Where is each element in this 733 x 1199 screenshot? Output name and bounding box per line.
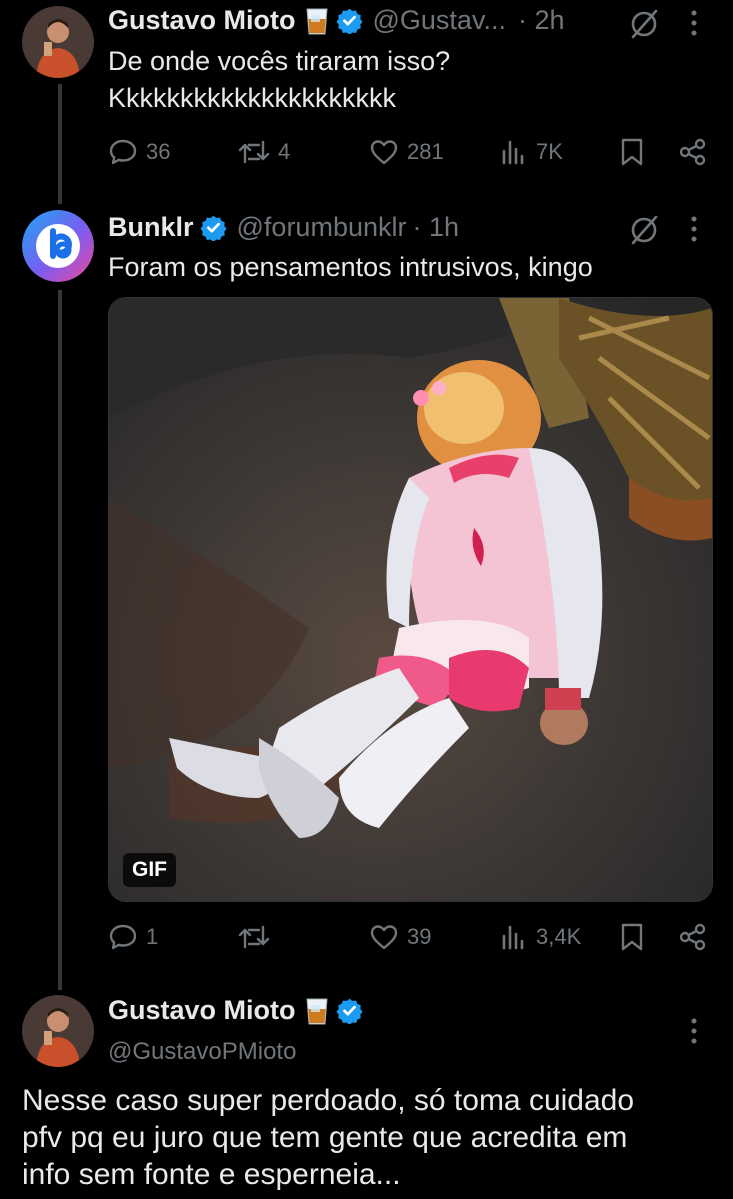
tweet-header: Gustavo Mioto @Gustav... · 2h [108,5,564,36]
tweet-text-line: De onde vocês tiraram isso? [108,46,451,76]
like-button[interactable]: 39 [369,922,431,952]
comment-icon [109,924,137,950]
display-name[interactable]: Bunklr [108,212,194,243]
tweet-text: Nesse caso super perdoado, só toma cuida… [22,1082,634,1193]
reply-button[interactable]: 36 [108,137,170,167]
more-icon[interactable] [688,8,700,38]
like-count: 281 [407,139,444,164]
tweet-header: Bunklr @forumbunklr · 1h [108,212,459,243]
handle[interactable]: @Gustav... [373,5,506,36]
retweet-icon [238,925,270,949]
tweet-text-line: Nesse caso super perdoado, só toma cuida… [22,1084,635,1117]
more-icon[interactable] [688,214,700,244]
views-icon [502,140,524,165]
reply-button[interactable]: 1 [108,922,158,952]
verified-icon [335,998,363,1024]
grok-icon[interactable] [628,214,660,246]
verified-icon [199,215,227,241]
handle[interactable]: @forumbunklr [237,212,407,243]
display-name[interactable]: Gustavo Mioto [108,995,296,1026]
retweet-icon [238,140,270,164]
reply-count: 36 [146,139,171,164]
heart-icon [370,140,398,165]
reply-count: 1 [146,924,159,949]
more-icon[interactable] [688,1016,700,1046]
tweet-text-line: Kkkkkkkkkkkkkkkkkkkkk [108,83,397,113]
thread-line [58,290,62,990]
views-button[interactable]: 3,4K [500,922,581,952]
avatar-gustavo[interactable] [22,6,94,78]
whiskey-emoji [305,998,328,1024]
retweet-count: 4 [278,139,291,164]
views-icon [502,925,524,950]
tweet-text-line: info sem fonte e esperneia... [22,1158,401,1191]
like-button[interactable]: 281 [369,137,444,167]
views-button[interactable]: 7K [500,137,563,167]
avatar-bunklr[interactable] [22,210,94,282]
like-count: 39 [407,924,432,949]
gif-media[interactable]: GIF [108,297,713,902]
verified-icon [335,8,363,34]
tweet-text-line: pfv pq eu juro que tem gente que acredit… [22,1121,628,1154]
handle[interactable]: @GustavoPMioto [108,1033,296,1070]
share-icon[interactable] [678,922,708,952]
views-count: 7K [536,139,563,164]
whiskey-emoji [305,8,328,34]
avatar-gustavo[interactable] [22,995,94,1067]
bookmark-icon[interactable] [620,137,644,167]
share-icon[interactable] [678,137,708,167]
tweet-header: Gustavo Mioto [108,995,363,1026]
bookmark-icon[interactable] [620,922,644,952]
comment-icon [109,139,137,165]
tweet-text: Foram os pensamentos intrusivos, kingo [108,252,593,282]
gif-image [109,298,712,901]
views-count: 3,4K [536,924,582,949]
heart-icon [370,925,398,950]
tweet-text: De onde vocês tiraram isso? Kkkkkkkkkkkk… [108,43,450,117]
gif-badge: GIF [123,853,176,887]
retweet-button[interactable]: 4 [238,137,290,167]
grok-icon[interactable] [628,8,660,40]
retweet-button[interactable] [238,922,278,952]
timestamp[interactable]: · 2h [518,5,565,36]
display-name[interactable]: Gustavo Mioto [108,5,296,36]
timestamp[interactable]: · 1h [412,212,459,243]
thread-line [58,84,62,204]
